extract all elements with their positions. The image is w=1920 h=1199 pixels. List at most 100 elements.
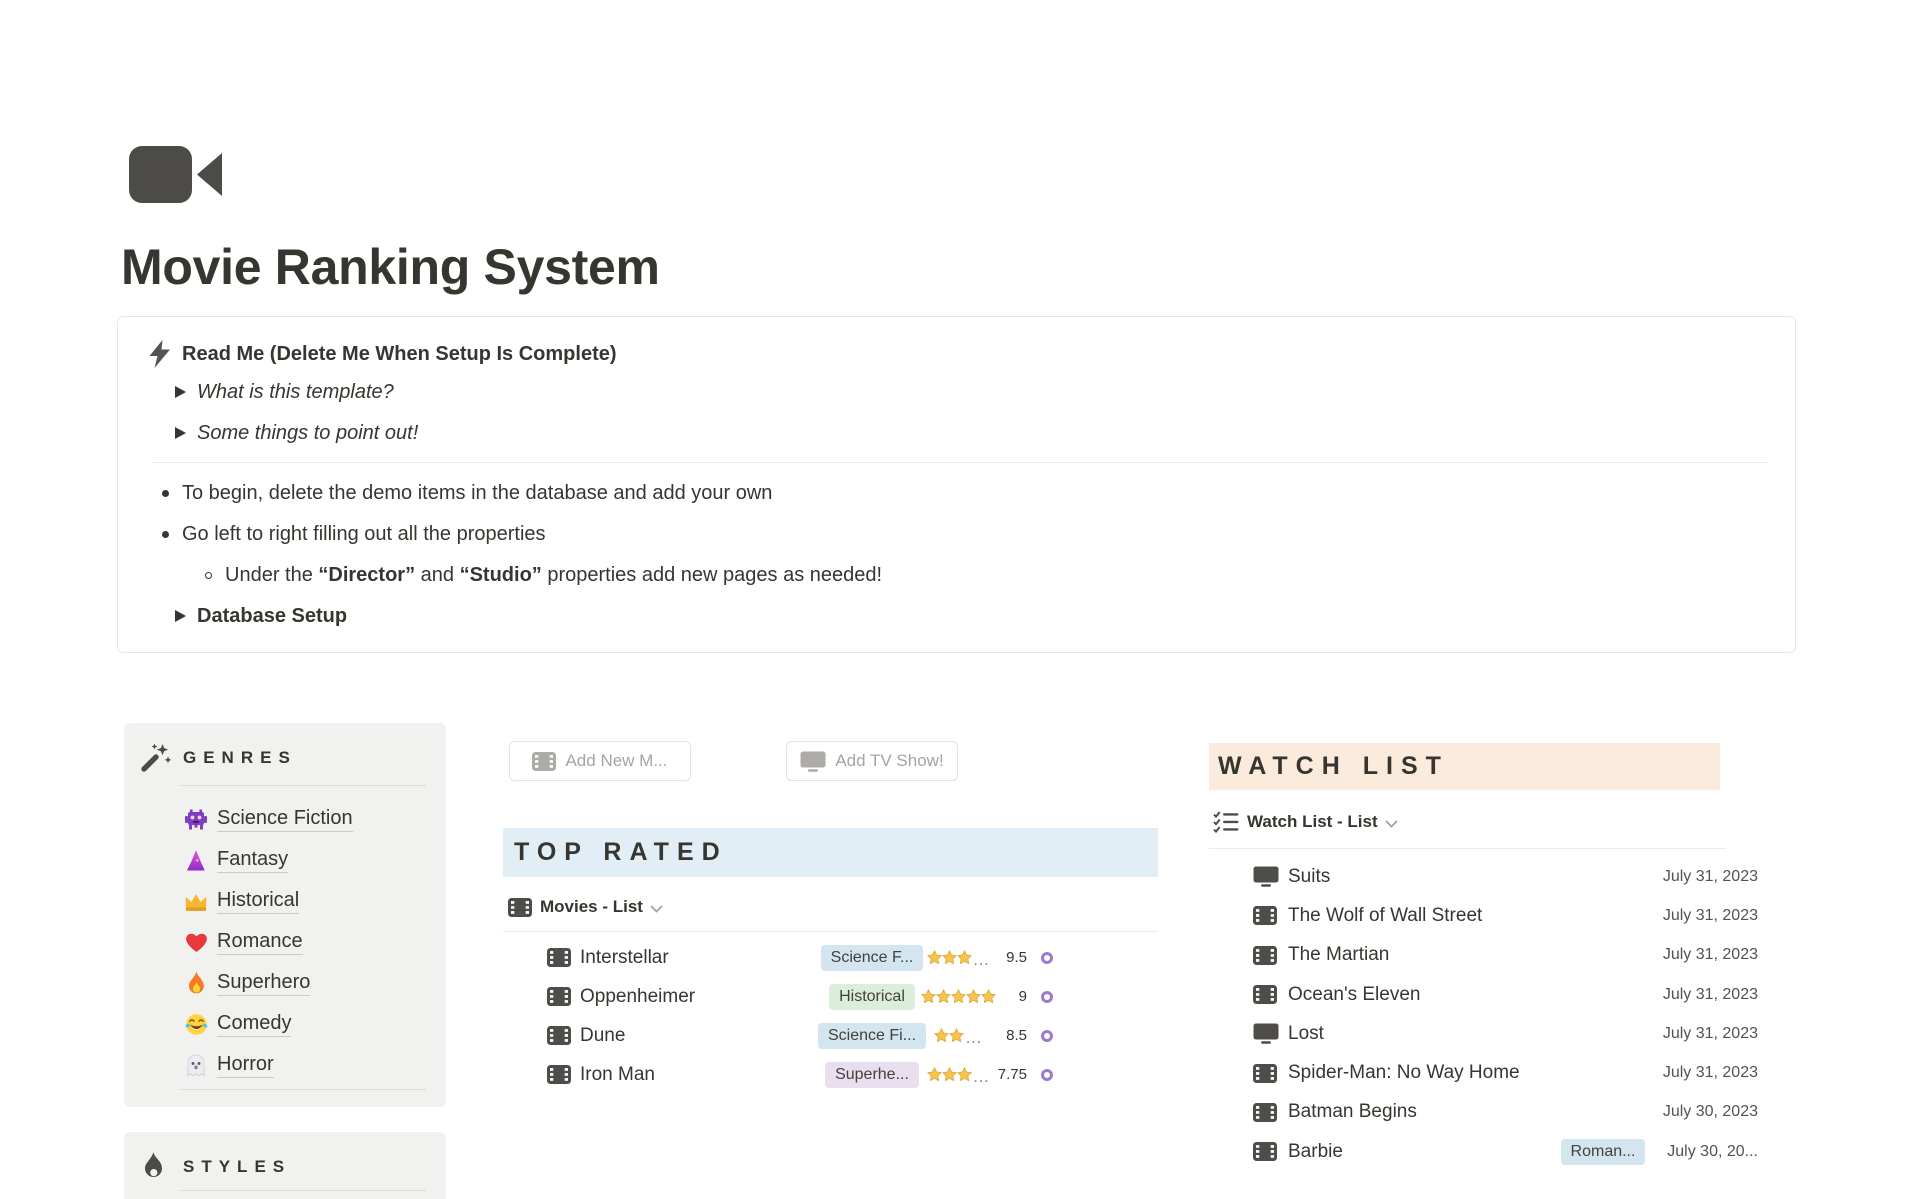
chevron-down-icon[interactable]: [1385, 820, 1398, 828]
watch-date: July 31, 2023: [1663, 1064, 1758, 1082]
ring-icon: [1041, 1030, 1053, 1042]
callout-divider: [152, 462, 1767, 463]
film-icon: [532, 752, 556, 771]
tag-label: Superhe...: [825, 1062, 919, 1088]
genre-item-comedy[interactable]: Comedy: [184, 1004, 432, 1045]
toggle-triangle-icon[interactable]: [168, 386, 192, 398]
genre-item-fantasy[interactable]: Fantasy: [184, 840, 432, 881]
divider: [503, 931, 1158, 932]
watch-title: Spider-Man: No Way Home: [1288, 1062, 1520, 1084]
watch-date: July 31, 2023: [1663, 946, 1758, 964]
movie-row-dune[interactable]: DuneScience Fi...…8.5: [507, 1016, 1158, 1055]
genre-item-historical[interactable]: Historical: [184, 881, 432, 922]
genre-label: Superhero: [217, 971, 310, 996]
flame-icon: [140, 1152, 174, 1181]
movie-row-interstellar[interactable]: InterstellarScience F...…9.5: [507, 938, 1158, 977]
watch-list-view-tab[interactable]: Watch List - List: [1213, 808, 1398, 836]
watch-list-title: WATCH LIST: [1218, 752, 1449, 781]
movies-list: InterstellarScience F...…9.5OppenheimerH…: [507, 938, 1158, 1094]
readme-title: Read Me (Delete Me When Setup Is Complet…: [182, 343, 617, 366]
sub-bullet-segment: “Director”: [318, 564, 415, 586]
ellipsis: …: [973, 955, 990, 965]
sub-bullet-icon: [205, 572, 212, 579]
star-icon: [951, 989, 966, 1004]
film-icon: [1253, 985, 1279, 1004]
genre-item-romance[interactable]: Romance: [184, 922, 432, 963]
genre-label: Comedy: [217, 1012, 291, 1037]
styles-header-label: STYLES: [183, 1157, 291, 1177]
watch-title: Ocean's Eleven: [1288, 984, 1420, 1006]
tv-icon: [1253, 866, 1279, 887]
toggle-database-setup[interactable]: Database Setup: [168, 601, 347, 631]
add-tv-show-button[interactable]: Add TV Show!: [786, 741, 958, 781]
genres-section: GENRES Science FictionFantasyHistoricalR…: [124, 723, 446, 1107]
genre-item-science-fiction[interactable]: Science Fiction: [184, 799, 432, 840]
bullet-text: Go left to right filling out all the pro…: [182, 523, 546, 546]
watch-list-view-label: Watch List - List: [1247, 812, 1378, 832]
film-icon: [1253, 946, 1279, 965]
page-title: Movie Ranking System: [121, 238, 660, 296]
movie-title: Interstellar: [580, 947, 669, 969]
movies-list-view-tab[interactable]: Movies - List: [508, 893, 663, 921]
bullet-text: To begin, delete the demo items in the d…: [182, 482, 772, 505]
alien-emoji-icon: [184, 808, 208, 832]
watch-row-suits[interactable]: SuitsJuly 31, 2023: [1213, 857, 1758, 896]
star-icon: [966, 989, 981, 1004]
watch-date: July 30, 2023: [1663, 1103, 1758, 1121]
bullet-item: Go left to right filling out all the pro…: [162, 519, 546, 549]
film-icon: [1253, 1103, 1279, 1122]
watch-title: The Martian: [1288, 944, 1389, 966]
styles-header: STYLES: [140, 1152, 291, 1181]
divider: [1209, 848, 1726, 849]
star-icon: [942, 1067, 957, 1082]
add-new-movie-button[interactable]: Add New M...: [509, 741, 691, 781]
genre-item-horror[interactable]: Horror: [184, 1045, 432, 1086]
watch-row-batman-begins[interactable]: Batman Begins July 30, 2023: [1213, 1093, 1758, 1132]
star-icon: [957, 950, 972, 965]
film-icon: [547, 1065, 571, 1084]
divider: [179, 1089, 426, 1090]
toggle-triangle-icon[interactable]: [168, 610, 192, 622]
toggle-what-is-this-template[interactable]: What is this template?: [168, 377, 394, 407]
page-icon[interactable]: [129, 146, 222, 208]
genre-item-superhero[interactable]: Superhero: [184, 963, 432, 1004]
movie-title: Dune: [580, 1025, 625, 1047]
watch-row-barbie[interactable]: BarbieRoman...July 30, 20...: [1213, 1132, 1758, 1171]
star-icon: [936, 989, 951, 1004]
watch-row-the-wolf-of-wall-street[interactable]: The Wolf of Wall StreetJuly 31, 2023: [1213, 896, 1758, 935]
toggle-triangle-icon[interactable]: [168, 427, 192, 439]
movie-row-iron-man[interactable]: Iron ManSuperhe...…7.75: [507, 1055, 1158, 1094]
watch-row-spider-man-no-way-home[interactable]: Spider-Man: No Way Home July 31, 2023: [1213, 1053, 1758, 1092]
watch-row-ocean-s-eleven[interactable]: Ocean's Eleven July 31, 2023: [1213, 975, 1758, 1014]
ellipsis: …: [965, 1033, 982, 1043]
star-icon: [927, 950, 942, 965]
watch-row-the-martian[interactable]: The Martian July 31, 2023: [1213, 936, 1758, 975]
watch-row-lost[interactable]: LostJuly 31, 2023: [1213, 1014, 1758, 1053]
tv-icon: [1253, 1023, 1279, 1044]
star-icon: [921, 989, 936, 1004]
ring-icon: [1041, 952, 1053, 964]
sub-bullet-item: Under the “Director” and “Studio” proper…: [205, 560, 882, 590]
watch-date: July 31, 2023: [1663, 1025, 1758, 1043]
divider: [179, 785, 426, 786]
tag-label: Science Fi...: [818, 1023, 926, 1049]
watch-date: July 31, 2023: [1663, 986, 1758, 1004]
laughing-emoji-icon: [184, 1013, 208, 1037]
magic-wand-icon: [140, 743, 174, 772]
watch-title: Batman Begins: [1288, 1101, 1417, 1123]
toggle-label: Database Setup: [197, 605, 347, 628]
fire-emoji-icon: [184, 972, 208, 996]
star-rating: …: [918, 1028, 998, 1043]
toggle-label: What is this template?: [197, 381, 394, 404]
genre-list: Science FictionFantasyHistoricalRomance S…: [184, 799, 432, 1086]
watch-list-banner: WATCH LIST: [1209, 743, 1720, 790]
movies-list-view-label: Movies - List: [540, 897, 643, 917]
movie-title: Iron Man: [580, 1064, 655, 1086]
star-rating: [918, 989, 998, 1004]
chevron-down-icon[interactable]: [650, 905, 663, 913]
toggle-some-things-to-point-out[interactable]: Some things to point out!: [168, 418, 418, 448]
film-icon: [1253, 906, 1279, 925]
movie-row-oppenheimer[interactable]: OppenheimerHistorical9: [507, 977, 1158, 1016]
film-icon: [547, 1026, 571, 1045]
bullet-icon: [162, 531, 169, 538]
